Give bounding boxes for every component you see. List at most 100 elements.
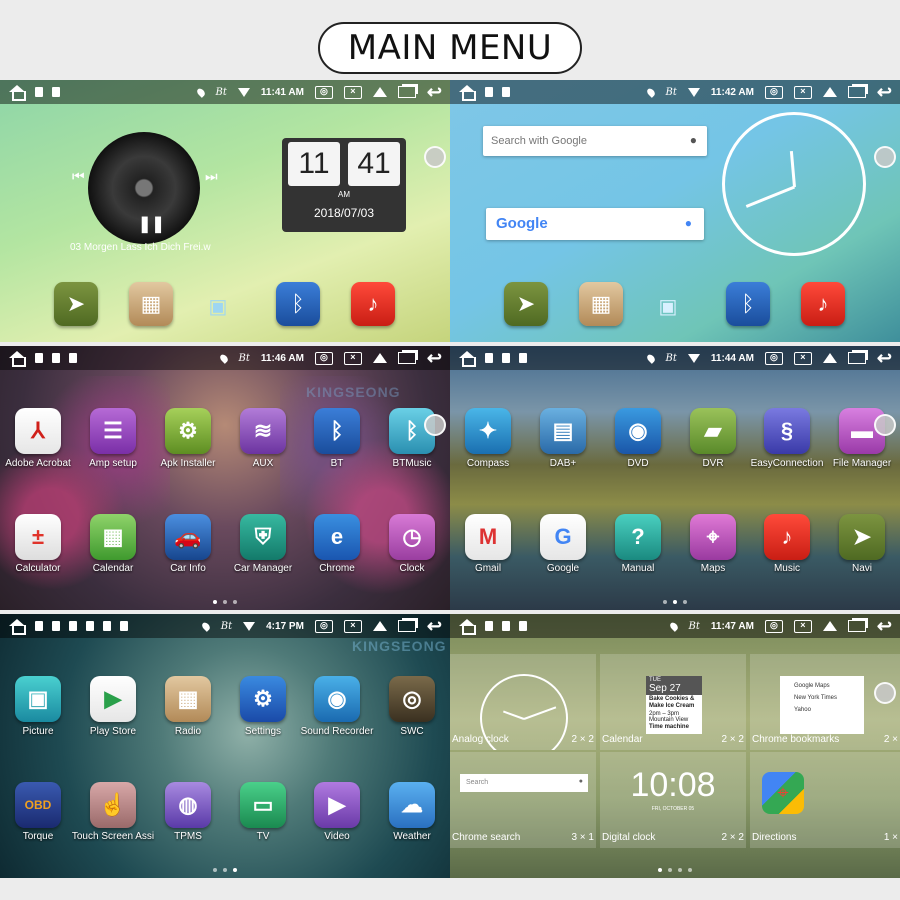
analog-clock[interactable]: [722, 112, 866, 256]
compass-icon[interactable]: ✦: [465, 408, 511, 454]
picture-icon[interactable]: ▣: [15, 676, 61, 722]
maps-icon[interactable]: ⌖: [690, 514, 736, 560]
close-app-icon[interactable]: ×: [343, 85, 362, 99]
close-app-icon[interactable]: ×: [793, 351, 812, 365]
aux-icon[interactable]: ≋: [240, 408, 286, 454]
google-search-bar[interactable]: Google ●: [486, 208, 704, 240]
screenshot-icon[interactable]: ◎: [314, 351, 333, 365]
bluetooth-icon[interactable]: ᛒ: [276, 282, 320, 326]
weather-icon[interactable]: ☁: [389, 782, 435, 828]
side-toggle-button[interactable]: [874, 414, 896, 436]
music-icon[interactable]: ♪: [764, 514, 810, 560]
back-icon[interactable]: ↩: [427, 349, 442, 367]
bt-icon[interactable]: ᛒ: [314, 408, 360, 454]
eject-icon[interactable]: [372, 353, 387, 363]
prev-track-icon[interactable]: ⏮: [72, 168, 85, 185]
back-icon[interactable]: ↩: [877, 83, 892, 101]
recent-apps-icon[interactable]: [847, 86, 866, 98]
recent-apps-icon[interactable]: [397, 86, 416, 98]
back-icon[interactable]: ↩: [427, 83, 442, 101]
screenshot-icon[interactable]: ◎: [764, 85, 783, 99]
car-info-icon[interactable]: 🚗: [165, 514, 211, 560]
app-drawer-icon[interactable]: ▣: [204, 292, 232, 320]
side-toggle-button[interactable]: [874, 146, 896, 168]
amp-setup-icon[interactable]: ☰: [90, 408, 136, 454]
radio-icon[interactable]: ▦: [579, 282, 623, 326]
mic-icon[interactable]: ●: [690, 133, 697, 147]
music-icon[interactable]: ♪: [351, 282, 395, 326]
car-manager-icon[interactable]: ⛨: [240, 514, 286, 560]
apk-installer-icon[interactable]: ⚙: [165, 408, 211, 454]
eject-icon[interactable]: [822, 353, 837, 363]
screenshot-icon[interactable]: ◎: [314, 619, 333, 633]
screenshot-icon[interactable]: ◎: [764, 619, 783, 633]
close-app-icon[interactable]: ×: [793, 85, 812, 99]
side-toggle-button[interactable]: [874, 682, 896, 704]
back-icon[interactable]: ↩: [877, 617, 892, 635]
radio-icon[interactable]: ▦: [129, 282, 173, 326]
home-icon[interactable]: [8, 619, 26, 635]
widget-calendar[interactable]: TUE Sep 27 Bake Cookies & Make Ice Cream …: [600, 654, 746, 750]
bluetooth-icon[interactable]: ᛒ: [726, 282, 770, 326]
screenshot-icon[interactable]: ◎: [764, 351, 783, 365]
search-bar[interactable]: Search with Google ●: [483, 126, 707, 156]
home-icon[interactable]: [458, 351, 476, 367]
home-icon[interactable]: [458, 619, 476, 635]
dvd-icon[interactable]: ◉: [615, 408, 661, 454]
side-toggle-button[interactable]: [424, 146, 446, 168]
dvr-icon[interactable]: ▰: [690, 408, 736, 454]
eject-icon[interactable]: [822, 621, 837, 631]
recent-apps-icon[interactable]: [847, 620, 866, 632]
side-toggle-button[interactable]: [424, 414, 446, 436]
tv-icon[interactable]: ▭: [240, 782, 286, 828]
back-icon[interactable]: ↩: [427, 617, 442, 635]
widget-directions[interactable]: ⌖ Directions 1 ×: [750, 752, 900, 848]
gmail-icon[interactable]: M: [465, 514, 511, 560]
next-track-icon[interactable]: ⏭: [205, 168, 218, 185]
widget-digital-clock[interactable]: 10:08 FRI, OCTOBER 05 Digital clock 2 × 2: [600, 752, 746, 848]
home-icon[interactable]: [8, 351, 26, 367]
dab-icon[interactable]: ▤: [540, 408, 586, 454]
swc-icon[interactable]: ◎: [389, 676, 435, 722]
video-icon[interactable]: ▶: [314, 782, 360, 828]
widget-chrome-search[interactable]: Search ● Chrome search 3 × 1: [450, 752, 596, 848]
music-icon[interactable]: ♪: [801, 282, 845, 326]
navigation-icon[interactable]: ➤: [54, 282, 98, 326]
eject-icon[interactable]: [372, 621, 387, 631]
back-icon[interactable]: ↩: [877, 349, 892, 367]
recent-apps-icon[interactable]: [847, 352, 866, 364]
navi-icon[interactable]: ➤: [839, 514, 885, 560]
close-app-icon[interactable]: ×: [343, 351, 362, 365]
eject-icon[interactable]: [372, 87, 387, 97]
calendar-icon[interactable]: ▦: [90, 514, 136, 560]
clock-icon[interactable]: ◷: [389, 514, 435, 560]
calculator-icon[interactable]: ±: [15, 514, 61, 560]
pause-icon[interactable]: ❚❚: [138, 214, 165, 234]
tpms-icon[interactable]: ◍: [165, 782, 211, 828]
sound-recorder-icon[interactable]: ◉: [314, 676, 360, 722]
settings-icon[interactable]: ⚙: [240, 676, 286, 722]
manual-icon[interactable]: ?: [615, 514, 661, 560]
easyconnection-icon[interactable]: §: [764, 408, 810, 454]
navigation-icon[interactable]: ➤: [504, 282, 548, 326]
widget-analog-clock[interactable]: Analog clock 2 × 2: [450, 654, 596, 750]
chrome-icon[interactable]: e: [314, 514, 360, 560]
play-store-icon[interactable]: ▶: [90, 676, 136, 722]
flip-clock-widget[interactable]: 11 41 AM 2018/07/03: [282, 138, 406, 232]
google-icon[interactable]: G: [540, 514, 586, 560]
widget-chrome-bookmarks[interactable]: Google Maps New York Times Yahoo Chrome …: [750, 654, 900, 750]
screenshot-icon[interactable]: ◎: [314, 85, 333, 99]
radio-icon[interactable]: ▦: [165, 676, 211, 722]
close-app-icon[interactable]: ×: [343, 619, 362, 633]
eject-icon[interactable]: [822, 87, 837, 97]
close-app-icon[interactable]: ×: [793, 619, 812, 633]
home-icon[interactable]: [8, 85, 26, 101]
torque-icon[interactable]: OBD: [15, 782, 61, 828]
recent-apps-icon[interactable]: [397, 352, 416, 364]
adobe-acrobat-icon[interactable]: ⅄: [15, 408, 61, 454]
app-drawer-icon[interactable]: ▣: [654, 292, 682, 320]
touch-screen-assist-icon[interactable]: ☝: [90, 782, 136, 828]
home-icon[interactable]: [458, 85, 476, 101]
mic-icon[interactable]: ●: [685, 216, 692, 230]
recent-apps-icon[interactable]: [397, 620, 416, 632]
